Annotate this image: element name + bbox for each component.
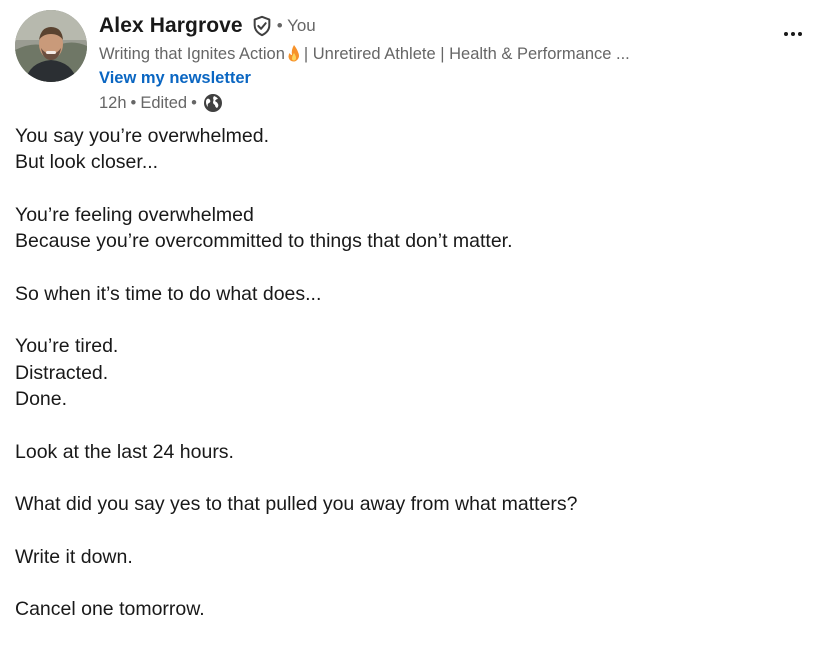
- post-text-line: [15, 412, 795, 438]
- author-name[interactable]: Alex Hargrove: [99, 14, 243, 38]
- post-text-line: Cancel one tomorrow.: [15, 598, 205, 621]
- view-newsletter-link[interactable]: View my newsletter: [99, 66, 251, 90]
- post-text-line: Look at the last 24 hours.: [15, 440, 234, 463]
- post-body: You say you’re overwhelmed. But look clos…: [15, 123, 795, 623]
- post-text-line: [15, 465, 795, 491]
- post-time[interactable]: 12h: [99, 94, 127, 113]
- post-text-line: You say you’re overwhelmed.: [15, 125, 270, 147]
- author-avatar[interactable]: [15, 10, 87, 82]
- headline-text-end: | Unretired Athlete | Health & Performan…: [303, 45, 630, 63]
- post-text-line: Because you’re overcommitted to things t…: [15, 230, 513, 253]
- author-name-row: Alex Hargrove • You: [99, 10, 719, 42]
- fire-emoji-icon: [287, 44, 301, 62]
- menu-dot: [798, 32, 802, 36]
- menu-dot: [791, 32, 795, 36]
- headline-text-start: Writing that Ignites Action: [99, 45, 285, 63]
- author-headline: Writing that Ignites Action | Unretired A…: [99, 42, 699, 66]
- post-text-line: Write it down.: [15, 545, 133, 568]
- post-text-line: So when it’s time to do what does...: [15, 282, 322, 305]
- post-text-line: [15, 307, 795, 333]
- edited-label: Edited: [140, 93, 188, 112]
- post-text-line: But look closer...: [15, 151, 159, 174]
- verified-shield-icon: [251, 15, 273, 37]
- post-meta: 12h • Edited •: [99, 90, 719, 116]
- feed-post: Alex Hargrove • You Writing that Ignites…: [0, 0, 817, 658]
- post-text-line: Done.: [15, 387, 68, 410]
- post-text-line: What did you say yes to that pulled you …: [15, 493, 578, 516]
- meta-separator: •: [191, 93, 197, 112]
- post-text-line: You’re tired.: [15, 335, 119, 358]
- post-text-line: [15, 570, 795, 596]
- globe-icon: [203, 93, 223, 113]
- post-header: Alex Hargrove • You Writing that Ignites…: [99, 10, 719, 116]
- more-options-icon[interactable]: [775, 20, 811, 48]
- avatar-photo: [15, 10, 87, 82]
- post-text-line: Distracted.: [15, 361, 109, 384]
- meta-separator: •: [130, 93, 137, 112]
- post-text-line: [15, 176, 795, 202]
- post-text-line: You’re feeling overwhelmed: [15, 203, 254, 226]
- you-label: • You: [276, 16, 316, 35]
- post-text-line: [15, 517, 795, 543]
- menu-dot: [784, 32, 788, 36]
- post-text-line: [15, 254, 795, 280]
